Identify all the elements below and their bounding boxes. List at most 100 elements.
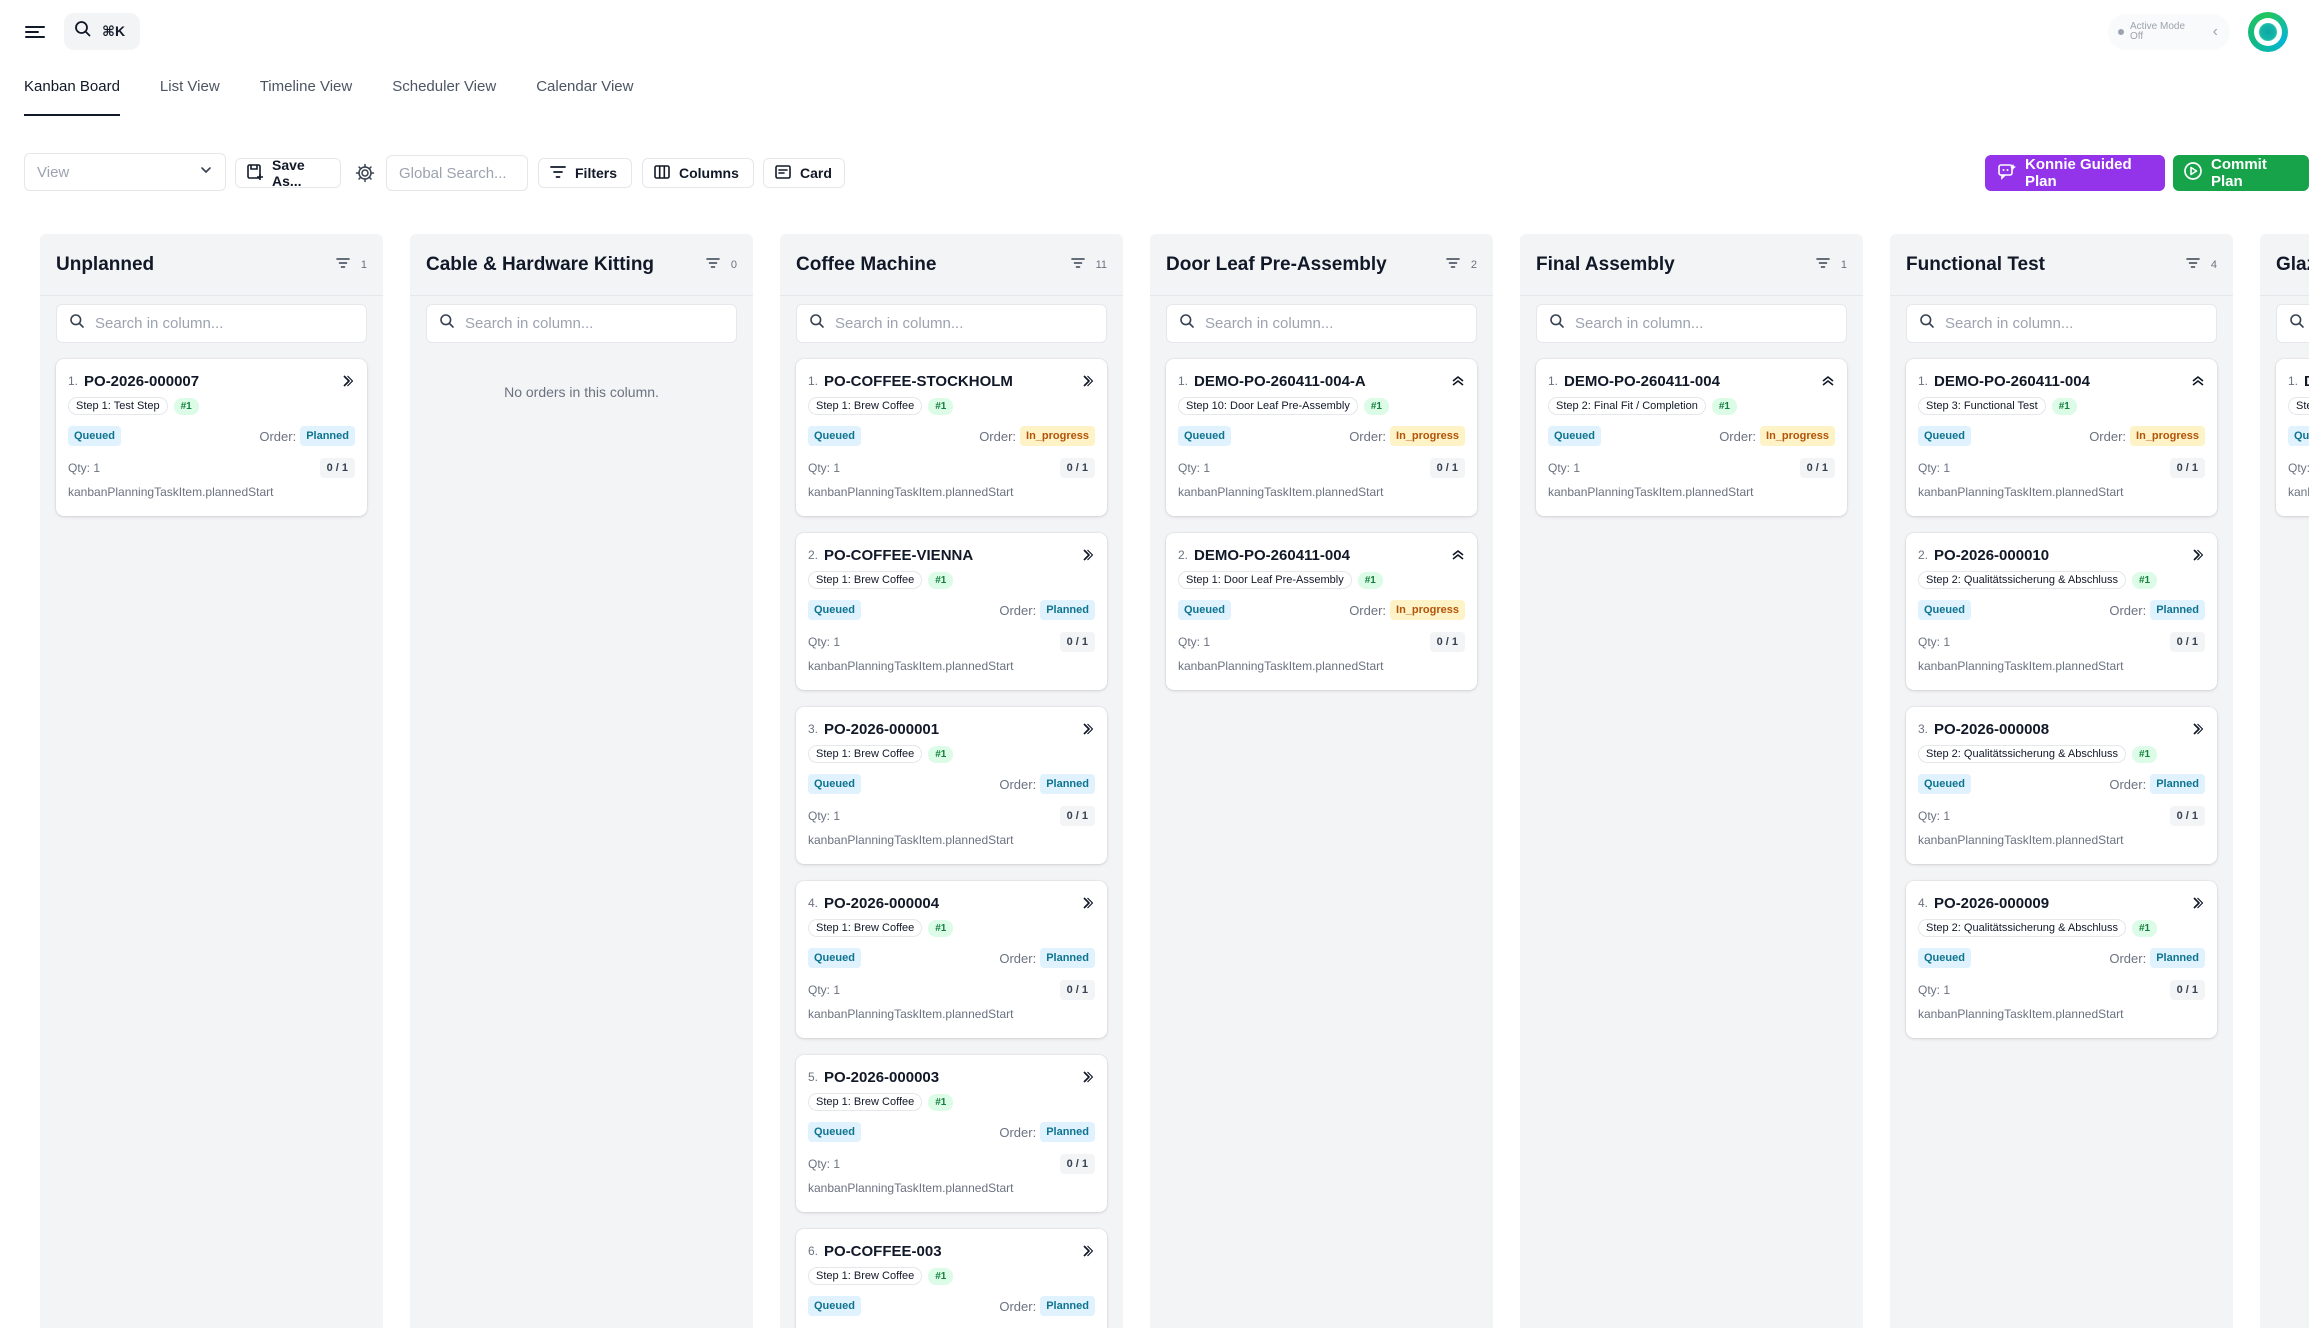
order-card[interactable]: 3. PO-2026-000001 Step 1: Brew Coffee #1 Que… [796, 707, 1107, 864]
card-status-row: Queued Order: Planned [808, 947, 1095, 969]
column-search-input[interactable] [1205, 315, 1455, 332]
order-card[interactable]: 1. DEMO-PO-260411-004 Step Queued Qty: 1 kanb… [2276, 359, 2309, 516]
priority-up-icon[interactable] [1451, 374, 1465, 388]
tab-timeline-view[interactable]: Timeline View [260, 72, 353, 116]
step-number-badge: #1 [928, 397, 954, 415]
forward-icon[interactable] [2191, 548, 2205, 562]
order-status-badge: Planned [300, 426, 355, 446]
column-title: Unplanned [56, 253, 155, 275]
priority-up-icon[interactable] [2191, 374, 2205, 388]
forward-icon[interactable] [1081, 1244, 1095, 1258]
order-number: PO-2026-000010 [1934, 546, 2050, 564]
column-title: Coffee Machine [796, 253, 937, 275]
avatar[interactable] [2248, 12, 2288, 52]
tab-calendar-view[interactable]: Calendar View [536, 72, 633, 116]
order-number: DEMO-PO-260411-004 [2304, 373, 2309, 390]
step-chip: Step 1: Brew Coffee [808, 397, 923, 415]
card-step-row: Step 1: Brew Coffee #1 [808, 919, 1095, 937]
forward-icon[interactable] [2191, 896, 2205, 910]
forward-icon[interactable] [2191, 722, 2205, 736]
column-search [56, 304, 367, 343]
view-select[interactable]: View [24, 153, 226, 191]
order-card[interactable]: 1. DEMO-PO-260411-004-A Step 10: Door Leaf… [1166, 359, 1477, 516]
menu-icon[interactable] [22, 20, 48, 44]
gear-icon[interactable] [352, 160, 378, 186]
status-badge: Queued [1548, 426, 1601, 446]
save-as-icon [246, 163, 264, 184]
card-status-row: Queued Order: Planned [1918, 947, 2205, 969]
column-search-input[interactable] [835, 315, 1085, 332]
order-card[interactable]: 1. PO-COFFEE-STOCKHOLM Step 1: Brew Coffee… [796, 359, 1107, 516]
konnie-guided-plan-button[interactable]: Konnie Guided Plan [1985, 155, 2165, 191]
forward-icon[interactable] [1081, 374, 1095, 388]
tab-kanban-board[interactable]: Kanban Board [24, 72, 120, 116]
column-filter-button[interactable]: 11 [1070, 255, 1107, 274]
order-card[interactable]: 2. DEMO-PO-260411-004 Step 1: Door Leaf Pr… [1166, 533, 1477, 690]
column-search-input[interactable] [95, 315, 345, 332]
commit-plan-button[interactable]: Commit Plan [2173, 155, 2309, 191]
order-card[interactable]: 5. PO-2026-000003 Step 1: Brew Coffee #1 Que… [796, 1055, 1107, 1212]
quantity: Qty: 1 [1918, 983, 1951, 997]
columns-button[interactable]: Columns [642, 158, 754, 188]
column-filter-button[interactable]: 4 [2185, 255, 2217, 274]
column-search-input[interactable] [465, 315, 715, 332]
step-number-badge: #1 [2132, 571, 2158, 589]
card-status-row: Queued Order: Planned [68, 425, 355, 447]
order-card[interactable]: 1. PO-2026-000007 Step 1: Test Step #1 Queue… [56, 359, 367, 516]
search-shortcut: ⌘K [102, 23, 126, 39]
quantity: Qty: 1 [1918, 461, 1951, 475]
progress-badge: 0 / 1 [2169, 458, 2205, 478]
card-status-row: Queued Order: In_progress [1178, 599, 1465, 621]
priority-up-icon[interactable] [1451, 548, 1465, 562]
column-search-input[interactable] [1945, 315, 2195, 332]
kanban-board: Unplanned 1 1. PO-2026-000007 Step 1: Test S… [40, 234, 2309, 1328]
order-status-badge: In_progress [2130, 426, 2205, 446]
order-status-badge: Planned [1040, 1122, 1095, 1142]
order-card[interactable]: 6. PO-COFFEE-003 Step 1: Brew Coffee #1 Queu… [796, 1229, 1107, 1328]
kanban-column: Unplanned 1 1. PO-2026-000007 Step 1: Test S… [40, 234, 383, 1328]
tab-scheduler-view[interactable]: Scheduler View [392, 72, 496, 116]
step-chip: Step 1: Brew Coffee [808, 919, 923, 937]
column-filter-button[interactable]: 0 [705, 255, 737, 274]
card-index: 2. [1178, 548, 1189, 562]
column-filter-button[interactable]: 2 [1445, 255, 1477, 274]
order-label: Order: [2109, 776, 2147, 792]
progress-badge: 0 / 1 [1059, 1154, 1095, 1174]
priority-up-icon[interactable] [1821, 374, 1835, 388]
column-filter-button[interactable]: 1 [335, 255, 367, 274]
card-header: 2. PO-COFFEE-VIENNA [808, 545, 1095, 565]
order-card[interactable]: 1. DEMO-PO-260411-004 Step 3: Functional T… [1906, 359, 2217, 516]
global-search-input[interactable] [386, 155, 528, 191]
card-header: 1. DEMO-PO-260411-004-A [1178, 371, 1465, 391]
save-as-button[interactable]: Save As... [235, 157, 341, 189]
kanban-column: Coffee Machine 11 1. PO-COFFEE-STOCKHOLM Ste… [780, 234, 1123, 1328]
order-card[interactable]: 1. DEMO-PO-260411-004 Step 2: Final Fit / … [1536, 359, 1847, 516]
planned-start: kanbanPlanningTaskItem.plannedStart [808, 659, 1014, 673]
filters-button[interactable]: Filters [538, 158, 632, 188]
forward-icon[interactable] [1081, 1070, 1095, 1084]
order-card[interactable]: 4. PO-2026-000004 Step 1: Brew Coffee #1 Que… [796, 881, 1107, 1038]
filter-icon [2185, 255, 2201, 274]
order-card[interactable]: 2. PO-2026-000010 Step 2: Qualitätssicheru… [1906, 533, 2217, 690]
forward-icon[interactable] [341, 374, 355, 388]
step-chip: Step 1: Brew Coffee [808, 745, 923, 763]
card-index: 1. [808, 374, 819, 388]
forward-icon[interactable] [1081, 722, 1095, 736]
forward-icon[interactable] [1081, 896, 1095, 910]
card-header: 1. PO-2026-000007 [68, 371, 355, 391]
active-mode-toggle[interactable]: Active Mode Off ‹ [2108, 14, 2230, 50]
order-label: Order: [999, 1124, 1037, 1140]
column-filter-button[interactable]: 1 [1815, 255, 1847, 274]
column-search-input[interactable] [1575, 315, 1825, 332]
forward-icon[interactable] [1081, 548, 1095, 562]
order-card[interactable]: 2. PO-COFFEE-VIENNA Step 1: Brew Coffee #1 Q… [796, 533, 1107, 690]
card-qty-row: Qty: 1 0 / 1 [1178, 457, 1465, 479]
order-card[interactable]: 4. PO-2026-000009 Step 2: Qualitätssicheru… [1906, 881, 2217, 1038]
order-label: Order: [979, 428, 1017, 444]
order-card[interactable]: 3. PO-2026-000008 Step 2: Qualitätssicheru… [1906, 707, 2217, 864]
step-number-badge: #1 [928, 1093, 954, 1111]
top-bar: ⌘K Active Mode Off ‹ [0, 0, 2309, 64]
card-button[interactable]: Card [763, 158, 845, 188]
tab-list-view[interactable]: List View [160, 72, 220, 116]
command-search-button[interactable]: ⌘K [64, 13, 140, 50]
